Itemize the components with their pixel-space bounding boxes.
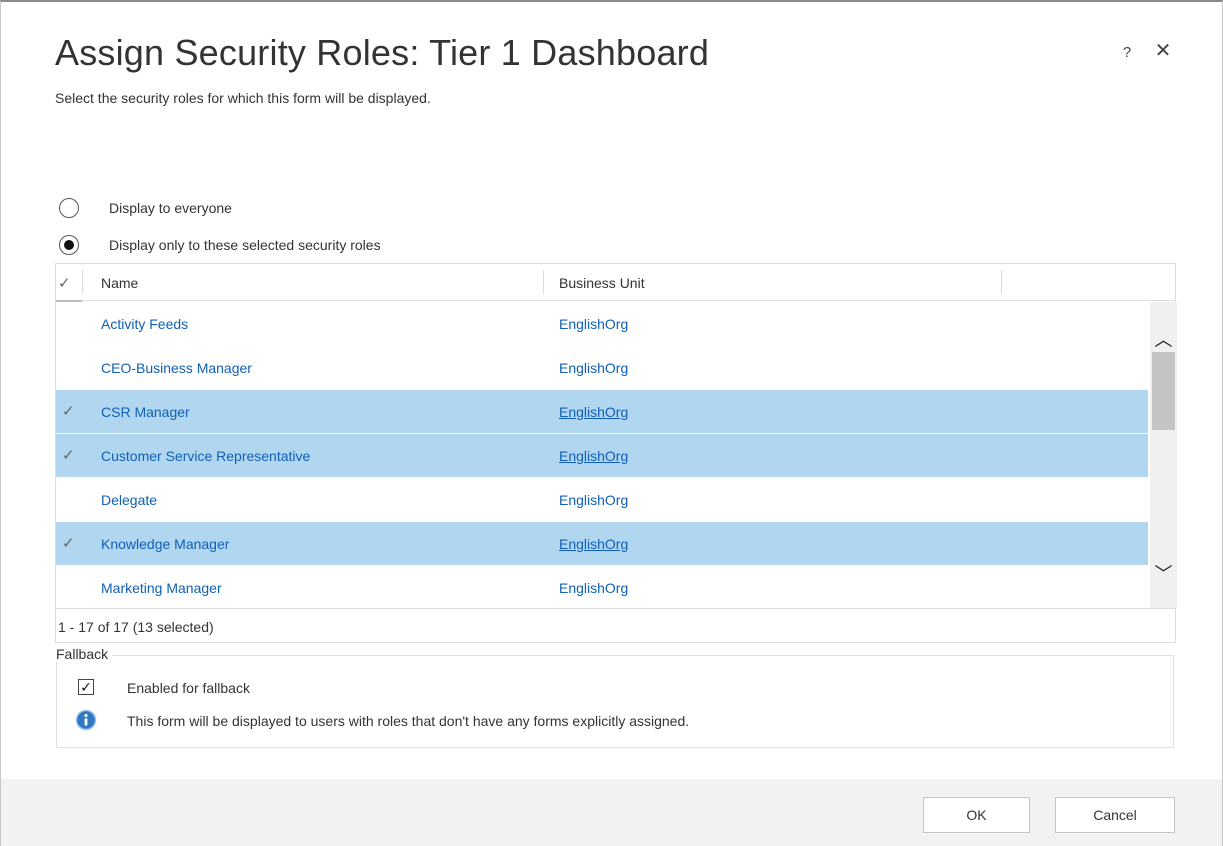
display-everyone-option[interactable]: Display to everyone: [59, 197, 232, 219]
cancel-button[interactable]: Cancel: [1055, 797, 1175, 833]
business-unit-link[interactable]: EnglishOrg: [559, 448, 628, 464]
display-everyone-radio[interactable]: [59, 198, 79, 218]
role-name-link[interactable]: Customer Service Representative: [101, 448, 310, 464]
business-unit-link[interactable]: EnglishOrg: [559, 492, 628, 508]
table-row[interactable]: ✓ Knowledge Manager EnglishOrg: [56, 522, 1148, 566]
select-all-check-icon[interactable]: ✓: [58, 274, 74, 292]
scroll-down-icon[interactable]: ﹀: [1150, 560, 1177, 584]
grid-footer: 1 - 17 of 17 (13 selected): [56, 608, 1175, 642]
scroll-up-icon[interactable]: ︿: [1150, 326, 1177, 350]
business-unit-link[interactable]: EnglishOrg: [559, 316, 628, 332]
business-unit-link[interactable]: EnglishOrg: [559, 360, 628, 376]
row-check-icon[interactable]: ✓: [62, 402, 78, 420]
enabled-for-fallback-checkbox[interactable]: ✓: [78, 679, 94, 695]
security-roles-grid: ✓ Name Business Unit Activity Feeds Engli…: [55, 263, 1177, 643]
table-row[interactable]: Marketing Manager EnglishOrg: [56, 566, 1148, 608]
role-name-link[interactable]: Marketing Manager: [101, 580, 222, 596]
grid-scrollbar[interactable]: ︿ ﹀: [1150, 302, 1177, 608]
column-header-name[interactable]: Name: [101, 275, 138, 291]
row-check-icon[interactable]: ✓: [62, 446, 78, 464]
scroll-thumb[interactable]: [1152, 352, 1175, 430]
column-divider: [82, 270, 83, 294]
table-row[interactable]: ✓ Customer Service Representative EnglishO…: [56, 434, 1148, 478]
dialog-title: Assign Security Roles: Tier 1 Dashboard: [55, 32, 710, 73]
business-unit-link[interactable]: EnglishOrg: [559, 404, 628, 420]
table-row[interactable]: Activity Feeds EnglishOrg: [56, 302, 1148, 346]
help-icon[interactable]: ?: [1119, 44, 1135, 64]
business-unit-link[interactable]: EnglishOrg: [559, 580, 628, 596]
close-icon[interactable]: ✕: [1153, 40, 1173, 62]
display-everyone-label: Display to everyone: [109, 200, 232, 216]
display-selected-roles-option[interactable]: Display only to these selected security …: [59, 234, 381, 256]
row-check-icon[interactable]: ✓: [62, 534, 78, 552]
table-row[interactable]: ✓ CSR Manager EnglishOrg: [56, 390, 1148, 434]
enabled-for-fallback-label: Enabled for fallback: [127, 680, 250, 696]
display-selected-roles-radio[interactable]: [59, 235, 79, 255]
record-count-text: 1 - 17 of 17 (13 selected): [58, 619, 214, 635]
fallback-group: [56, 655, 1174, 748]
role-name-link[interactable]: CEO-Business Manager: [101, 360, 252, 376]
assign-security-roles-dialog: Assign Security Roles: Tier 1 Dashboard …: [0, 0, 1223, 846]
column-divider[interactable]: [1001, 270, 1002, 294]
dialog-footer: OK Cancel: [1, 779, 1222, 846]
business-unit-link[interactable]: EnglishOrg: [559, 536, 628, 552]
table-row[interactable]: CEO-Business Manager EnglishOrg: [56, 346, 1148, 390]
role-name-link[interactable]: Knowledge Manager: [101, 536, 229, 552]
role-name-link[interactable]: Delegate: [101, 492, 157, 508]
fallback-info-text: This form will be displayed to users wit…: [127, 713, 690, 729]
grid-body: Activity Feeds EnglishOrg CEO-Business Man…: [56, 302, 1148, 608]
fallback-legend: Fallback: [56, 646, 113, 662]
column-header-business-unit[interactable]: Business Unit: [559, 275, 645, 291]
ok-button[interactable]: OK: [923, 797, 1030, 833]
grid-header: ✓ Name Business Unit: [56, 264, 1175, 302]
role-name-link[interactable]: CSR Manager: [101, 404, 190, 420]
display-selected-roles-label: Display only to these selected security …: [109, 237, 381, 253]
column-divider[interactable]: [543, 270, 544, 294]
info-icon: [75, 709, 97, 731]
dialog-subtitle: Select the security roles for which this…: [55, 90, 431, 106]
role-name-link[interactable]: Activity Feeds: [101, 316, 188, 332]
table-row[interactable]: Delegate EnglishOrg: [56, 478, 1148, 522]
